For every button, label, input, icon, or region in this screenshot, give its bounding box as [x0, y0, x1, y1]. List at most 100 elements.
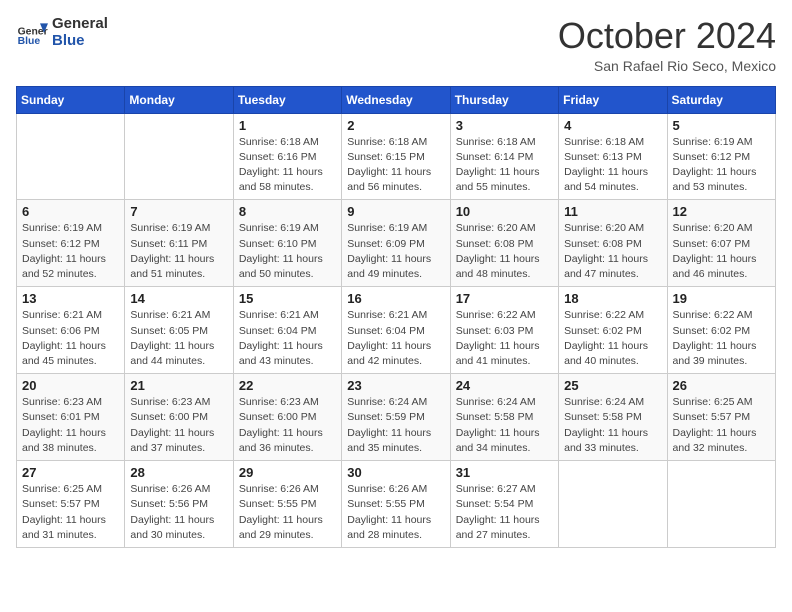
- day-number: 11: [564, 204, 661, 219]
- calendar-cell: 3 Sunrise: 6:18 AMSunset: 6:14 PMDaylight…: [450, 113, 558, 200]
- logo-blue: Blue: [52, 33, 108, 50]
- calendar-cell: 5Sunrise: 6:19 AMSunset: 6:12 PMDaylight…: [667, 113, 775, 200]
- calendar-cell: 11 Sunrise: 6:20 AMSunset: 6:08 PMDayligh…: [559, 200, 667, 287]
- day-info: Sunrise: 6:26 AMSunset: 5:55 PMDaylight:…: [347, 482, 444, 543]
- day-number: 15: [239, 291, 336, 306]
- calendar-table: SundayMondayTuesdayWednesdayThursdayFrid…: [16, 86, 776, 548]
- calendar-cell: 2Sunrise: 6:18 AMSunset: 6:15 PMDaylight…: [342, 113, 450, 200]
- calendar-week-2: 6Sunrise: 6:19 AMSunset: 6:12 PMDaylight…: [17, 200, 776, 287]
- day-number: 10: [456, 204, 553, 219]
- day-number: 28: [130, 465, 227, 480]
- day-info: Sunrise: 6:21 AMSunset: 6:05 PMDaylight:…: [130, 308, 227, 369]
- col-header-tuesday: Tuesday: [233, 86, 341, 113]
- col-header-monday: Monday: [125, 86, 233, 113]
- calendar-cell: 24 Sunrise: 6:24 AMSunset: 5:58 PMDayligh…: [450, 374, 558, 461]
- day-number: 27: [22, 465, 119, 480]
- day-info: Sunrise: 6:26 AMSunset: 5:55 PMDaylight:…: [239, 482, 336, 543]
- day-number: 25: [564, 378, 661, 393]
- calendar-cell: 16Sunrise: 6:21 AMSunset: 6:04 PMDayligh…: [342, 287, 450, 374]
- calendar-header: SundayMondayTuesdayWednesdayThursdayFrid…: [17, 86, 776, 113]
- day-number: 21: [130, 378, 227, 393]
- svg-text:Blue: Blue: [18, 36, 41, 47]
- calendar-week-1: 1Sunrise: 6:18 AMSunset: 6:16 PMDaylight…: [17, 113, 776, 200]
- calendar-cell: [17, 113, 125, 200]
- day-info: Sunrise: 6:20 AMSunset: 6:07 PMDaylight:…: [673, 221, 770, 282]
- day-number: 9: [347, 204, 444, 219]
- col-header-thursday: Thursday: [450, 86, 558, 113]
- title-block: October 2024 San Rafael Rio Seco, Mexico: [558, 16, 776, 74]
- day-info: Sunrise: 6:22 AMSunset: 6:02 PMDaylight:…: [564, 308, 661, 369]
- calendar-cell: 23 Sunrise: 6:24 AMSunset: 5:59 PMDayligh…: [342, 374, 450, 461]
- calendar-cell: 30 Sunrise: 6:26 AMSunset: 5:55 PMDayligh…: [342, 461, 450, 548]
- day-info: Sunrise: 6:21 AMSunset: 6:04 PMDaylight:…: [239, 308, 336, 369]
- day-info: Sunrise: 6:20 AMSunset: 6:08 PMDaylight:…: [564, 221, 661, 282]
- calendar-cell: 20 Sunrise: 6:23 AMSunset: 6:01 PMDayligh…: [17, 374, 125, 461]
- calendar-cell: 12Sunrise: 6:20 AMSunset: 6:07 PMDayligh…: [667, 200, 775, 287]
- calendar-cell: 7Sunrise: 6:19 AMSunset: 6:11 PMDaylight…: [125, 200, 233, 287]
- day-number: 31: [456, 465, 553, 480]
- calendar-cell: 1Sunrise: 6:18 AMSunset: 6:16 PMDaylight…: [233, 113, 341, 200]
- page-header: General Blue General Blue October 2024 S…: [16, 16, 776, 74]
- day-info: Sunrise: 6:24 AMSunset: 5:58 PMDaylight:…: [456, 395, 553, 456]
- day-info: Sunrise: 6:21 AMSunset: 6:06 PMDaylight:…: [22, 308, 119, 369]
- day-info: Sunrise: 6:25 AMSunset: 5:57 PMDaylight:…: [22, 482, 119, 543]
- calendar-cell: 19Sunrise: 6:22 AMSunset: 6:02 PMDayligh…: [667, 287, 775, 374]
- day-info: Sunrise: 6:23 AMSunset: 6:00 PMDaylight:…: [239, 395, 336, 456]
- day-info: Sunrise: 6:20 AMSunset: 6:08 PMDaylight:…: [456, 221, 553, 282]
- calendar-cell: 8Sunrise: 6:19 AMSunset: 6:10 PMDaylight…: [233, 200, 341, 287]
- day-number: 3: [456, 118, 553, 133]
- day-number: 20: [22, 378, 119, 393]
- calendar-cell: 13 Sunrise: 6:21 AMSunset: 6:06 PMDayligh…: [17, 287, 125, 374]
- location-subtitle: San Rafael Rio Seco, Mexico: [558, 58, 776, 74]
- day-info: Sunrise: 6:19 AMSunset: 6:10 PMDaylight:…: [239, 221, 336, 282]
- logo-icon: General Blue: [16, 17, 48, 49]
- day-number: 13: [22, 291, 119, 306]
- calendar-cell: [125, 113, 233, 200]
- day-info: Sunrise: 6:19 AMSunset: 6:12 PMDaylight:…: [673, 135, 770, 196]
- day-number: 22: [239, 378, 336, 393]
- calendar-cell: 4 Sunrise: 6:18 AMSunset: 6:13 PMDaylight…: [559, 113, 667, 200]
- day-info: Sunrise: 6:22 AMSunset: 6:03 PMDaylight:…: [456, 308, 553, 369]
- day-info: Sunrise: 6:24 AMSunset: 5:58 PMDaylight:…: [564, 395, 661, 456]
- day-info: Sunrise: 6:19 AMSunset: 6:11 PMDaylight:…: [130, 221, 227, 282]
- calendar-cell: 27 Sunrise: 6:25 AMSunset: 5:57 PMDayligh…: [17, 461, 125, 548]
- calendar-cell: 17Sunrise: 6:22 AMSunset: 6:03 PMDayligh…: [450, 287, 558, 374]
- day-info: Sunrise: 6:25 AMSunset: 5:57 PMDaylight:…: [673, 395, 770, 456]
- day-info: Sunrise: 6:22 AMSunset: 6:02 PMDaylight:…: [673, 308, 770, 369]
- calendar-week-5: 27 Sunrise: 6:25 AMSunset: 5:57 PMDayligh…: [17, 461, 776, 548]
- month-title: October 2024: [558, 16, 776, 56]
- day-number: 26: [673, 378, 770, 393]
- day-number: 6: [22, 204, 119, 219]
- calendar-cell: 14 Sunrise: 6:21 AMSunset: 6:05 PMDayligh…: [125, 287, 233, 374]
- calendar-cell: 15 Sunrise: 6:21 AMSunset: 6:04 PMDayligh…: [233, 287, 341, 374]
- day-info: Sunrise: 6:23 AMSunset: 6:01 PMDaylight:…: [22, 395, 119, 456]
- day-info: Sunrise: 6:27 AMSunset: 5:54 PMDaylight:…: [456, 482, 553, 543]
- col-header-sunday: Sunday: [17, 86, 125, 113]
- day-info: Sunrise: 6:18 AMSunset: 6:14 PMDaylight:…: [456, 135, 553, 196]
- calendar-cell: 29 Sunrise: 6:26 AMSunset: 5:55 PMDayligh…: [233, 461, 341, 548]
- day-info: Sunrise: 6:18 AMSunset: 6:15 PMDaylight:…: [347, 135, 444, 196]
- day-number: 4: [564, 118, 661, 133]
- day-info: Sunrise: 6:26 AMSunset: 5:56 PMDaylight:…: [130, 482, 227, 543]
- logo: General Blue General Blue: [16, 16, 108, 49]
- calendar-cell: 25 Sunrise: 6:24 AMSunset: 5:58 PMDayligh…: [559, 374, 667, 461]
- day-info: Sunrise: 6:21 AMSunset: 6:04 PMDaylight:…: [347, 308, 444, 369]
- calendar-cell: 26 Sunrise: 6:25 AMSunset: 5:57 PMDayligh…: [667, 374, 775, 461]
- calendar-cell: 22 Sunrise: 6:23 AMSunset: 6:00 PMDayligh…: [233, 374, 341, 461]
- day-number: 14: [130, 291, 227, 306]
- day-number: 23: [347, 378, 444, 393]
- day-info: Sunrise: 6:23 AMSunset: 6:00 PMDaylight:…: [130, 395, 227, 456]
- day-number: 24: [456, 378, 553, 393]
- day-number: 30: [347, 465, 444, 480]
- day-number: 1: [239, 118, 336, 133]
- day-info: Sunrise: 6:18 AMSunset: 6:13 PMDaylight:…: [564, 135, 661, 196]
- col-header-friday: Friday: [559, 86, 667, 113]
- calendar-cell: 28 Sunrise: 6:26 AMSunset: 5:56 PMDayligh…: [125, 461, 233, 548]
- logo-general: General: [52, 16, 108, 33]
- day-info: Sunrise: 6:24 AMSunset: 5:59 PMDaylight:…: [347, 395, 444, 456]
- calendar-cell: [667, 461, 775, 548]
- calendar-cell: [559, 461, 667, 548]
- day-number: 29: [239, 465, 336, 480]
- calendar-cell: 21 Sunrise: 6:23 AMSunset: 6:00 PMDayligh…: [125, 374, 233, 461]
- calendar-cell: 18Sunrise: 6:22 AMSunset: 6:02 PMDayligh…: [559, 287, 667, 374]
